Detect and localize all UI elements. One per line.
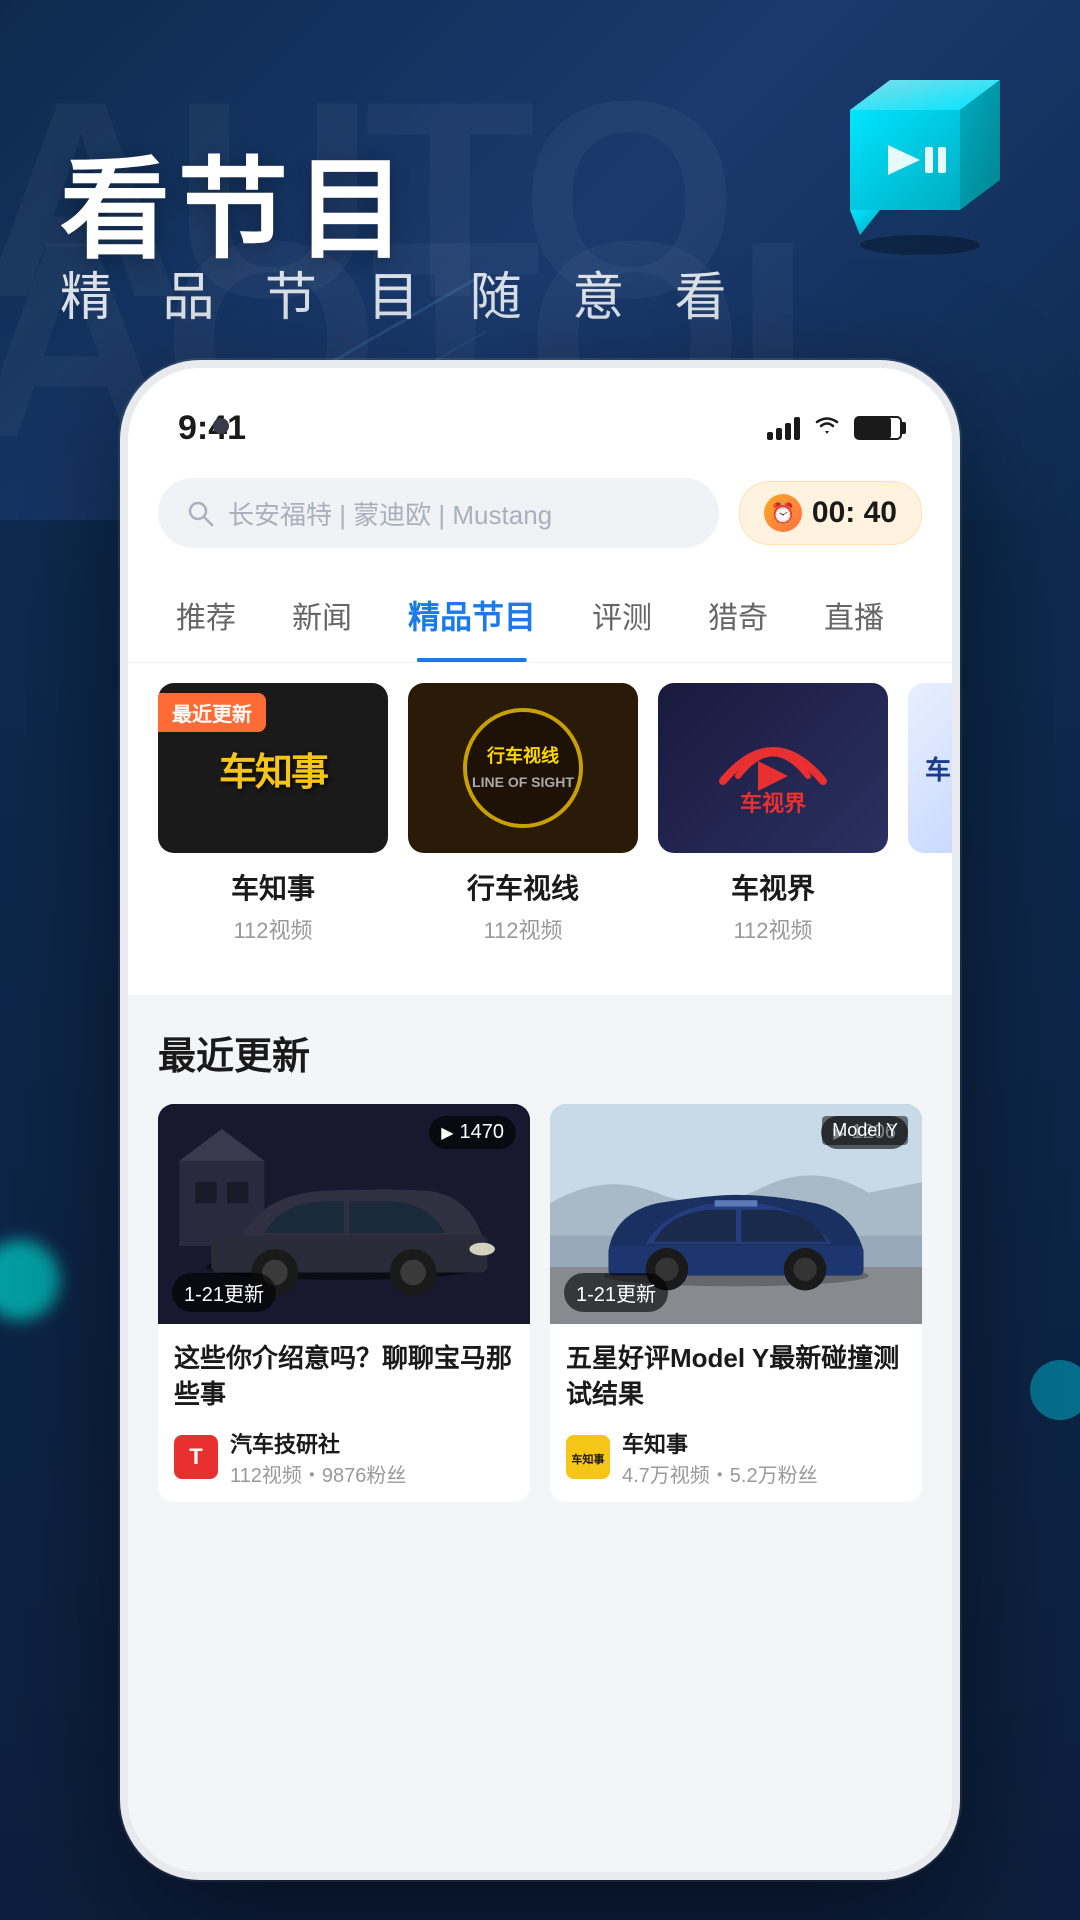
timer-clock-icon: ⏰ bbox=[764, 494, 802, 532]
show-thumbnail-4: 车 bbox=[908, 683, 952, 853]
search-placeholder: 长安福特 | 蒙迪欧 | Mustang bbox=[228, 495, 552, 532]
show-logo-text: 车知事 bbox=[219, 741, 327, 796]
show-circle-logo: 行车视线 LINE OF SIGHT bbox=[463, 708, 583, 828]
search-bar[interactable]: 长安福特 | 蒙迪欧 | Mustang bbox=[158, 478, 719, 548]
tab-quality-shows[interactable]: 精品节目 bbox=[380, 568, 564, 662]
show-count-2: 112视频 bbox=[408, 913, 638, 945]
show-item-chezhi[interactable]: 车知事 最近更新 车知事 112视频 bbox=[158, 683, 388, 945]
tab-review[interactable]: 评测 bbox=[564, 569, 680, 661]
phone-mockup: 9:41 bbox=[120, 360, 960, 1880]
channel-name-2: 车知事 bbox=[622, 1427, 906, 1459]
tab-live[interactable]: 直播 bbox=[796, 569, 912, 661]
shows-section: 车知事 最近更新 车知事 112视频 bbox=[128, 663, 952, 995]
model-label: Model Y bbox=[822, 1116, 908, 1145]
show-item-partial[interactable]: 车 bbox=[908, 683, 952, 945]
video-card-bmw[interactable]: ▶ 1470 1-21更新 这些你介绍意吗？聊聊宝马那些事 T 汽车技研社 bbox=[158, 1104, 530, 1502]
hero-icon bbox=[820, 60, 1020, 260]
video-grid: ▶ 1470 1-21更新 这些你介绍意吗？聊聊宝马那些事 T 汽车技研社 bbox=[158, 1104, 922, 1502]
recent-section: 最近更新 bbox=[128, 995, 952, 1502]
date-badge-1: 1-21更新 bbox=[172, 1273, 276, 1312]
recent-title: 最近更新 bbox=[158, 1025, 922, 1080]
wifi-icon bbox=[812, 413, 842, 444]
svg-text:车视界: 车视界 bbox=[740, 791, 806, 816]
video-title-1: 这些你介绍意吗？聊聊宝马那些事 bbox=[174, 1340, 514, 1413]
show-count-3: 112视频 bbox=[658, 913, 888, 945]
show-thumbnail-3: 车视界 bbox=[658, 683, 888, 853]
show-name-2: 行车视线 bbox=[408, 867, 638, 907]
shows-list: 车知事 最近更新 车知事 112视频 bbox=[128, 663, 952, 965]
show-name-1: 车知事 bbox=[158, 867, 388, 907]
search-section: 长安福特 | 蒙迪欧 | Mustang ⏰ 00: 40 bbox=[128, 458, 952, 568]
hero-subtitle: 精 品 节 目 随 意 看 bbox=[60, 255, 745, 330]
badge-new: 最近更新 bbox=[158, 693, 266, 732]
tab-news[interactable]: 新闻 bbox=[264, 569, 380, 661]
video-info-2: 五星好评Model Y最新碰撞测试结果 车知事 车知事 bbox=[550, 1324, 922, 1502]
show-name-3: 车视界 bbox=[658, 867, 888, 907]
channel-meta-1: 112视频・9876粉丝 bbox=[230, 1459, 514, 1488]
channel-avatar-1: T bbox=[174, 1435, 218, 1479]
search-icon bbox=[186, 499, 214, 527]
show-thumbnail-2: 行车视线 LINE OF SIGHT bbox=[408, 683, 638, 853]
video-info-1: 这些你介绍意吗？聊聊宝马那些事 T 汽车技研社 112视频・9876粉丝 bbox=[158, 1324, 530, 1502]
svg-text:车知事: 车知事 bbox=[572, 1452, 605, 1466]
status-time: 9:41 bbox=[178, 409, 246, 448]
signal-icon bbox=[767, 416, 800, 440]
tab-recommend[interactable]: 推荐 bbox=[148, 569, 264, 661]
channel-name-1: 汽车技研社 bbox=[230, 1427, 514, 1459]
nav-tabs: 推荐 新闻 精品节目 评测 猎奇 直播 bbox=[128, 568, 952, 663]
channel-meta-2: 4.7万视频・5.2万粉丝 bbox=[622, 1459, 906, 1488]
video-card-tesla[interactable]: ▶ 1206 1-21更新 Model Y 五星好评Model Y最新碰撞测试结… bbox=[550, 1104, 922, 1502]
timer-text: 00: 40 bbox=[812, 496, 897, 530]
channel-row-2: 车知事 车知事 4.7万视频・5.2万粉丝 bbox=[566, 1427, 906, 1488]
phone-content: 长安福特 | 蒙迪欧 | Mustang ⏰ 00: 40 推荐 新闻 精品节目… bbox=[128, 458, 952, 1872]
show-item-chevision[interactable]: 车视界 车视界 112视频 bbox=[658, 683, 888, 945]
status-icons bbox=[767, 413, 902, 444]
channel-avatar-2: 车知事 bbox=[566, 1435, 610, 1479]
timer-badge[interactable]: ⏰ 00: 40 bbox=[739, 481, 922, 545]
video-thumb-bmw: ▶ 1470 1-21更新 bbox=[158, 1104, 530, 1324]
video-thumb-tesla: ▶ 1206 1-21更新 Model Y bbox=[550, 1104, 922, 1324]
battery-icon bbox=[854, 416, 902, 440]
show-thumbnail-1: 车知事 最近更新 bbox=[158, 683, 388, 853]
channel-info-2: 车知事 4.7万视频・5.2万粉丝 bbox=[622, 1427, 906, 1488]
video-title-2: 五星好评Model Y最新碰撞测试结果 bbox=[566, 1340, 906, 1413]
channel-row-1: T 汽车技研社 112视频・9876粉丝 bbox=[174, 1427, 514, 1488]
tab-explore[interactable]: 猎奇 bbox=[680, 569, 796, 661]
car-vision-logo: 车视界 bbox=[703, 711, 843, 821]
show-item-xingche[interactable]: 行车视线 LINE OF SIGHT 行车视线 112视频 bbox=[408, 683, 638, 945]
show-count-1: 112视频 bbox=[158, 913, 388, 945]
camera-dot bbox=[213, 418, 229, 434]
channel-info-1: 汽车技研社 112视频・9876粉丝 bbox=[230, 1427, 514, 1488]
play-count-1: ▶ 1470 bbox=[429, 1116, 516, 1149]
date-badge-2: 1-21更新 bbox=[564, 1273, 668, 1312]
status-bar: 9:41 bbox=[128, 368, 952, 458]
